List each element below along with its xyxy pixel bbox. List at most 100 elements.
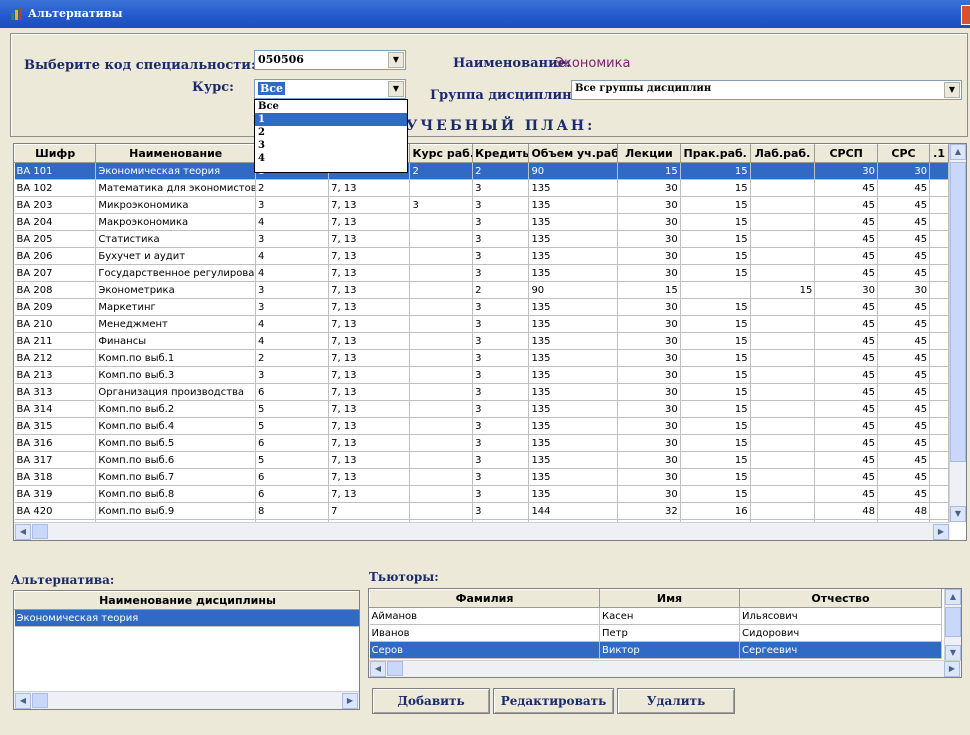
- table-cell[interactable]: 3: [472, 179, 530, 197]
- table-cell[interactable]: Комп.по выб.2: [95, 400, 257, 418]
- table-cell[interactable]: 135: [528, 468, 619, 486]
- table-cell[interactable]: BA 212: [14, 349, 97, 367]
- table-cell[interactable]: 45: [814, 247, 878, 265]
- table-cell[interactable]: 2: [255, 349, 330, 367]
- table-cell[interactable]: 30: [617, 383, 681, 401]
- table-cell[interactable]: 45: [877, 434, 931, 452]
- table-cell[interactable]: 135: [528, 417, 619, 435]
- chevron-down-icon[interactable]: ▼: [388, 81, 404, 97]
- table-cell[interactable]: BA 318: [14, 468, 97, 486]
- table-cell[interactable]: 7, 13: [328, 213, 411, 231]
- column-header[interactable]: Кредиты: [472, 144, 530, 163]
- table-cell[interactable]: 15: [680, 298, 751, 316]
- table-cell[interactable]: 15: [680, 349, 751, 367]
- table-cell[interactable]: BA 101: [14, 162, 97, 180]
- table-cell[interactable]: [409, 247, 474, 265]
- table-cell[interactable]: 90: [528, 281, 619, 299]
- table-cell[interactable]: 2: [472, 162, 530, 180]
- table-row[interactable]: BA 313 Организация производства 6 7, 13 3 135…: [14, 383, 949, 401]
- table-row[interactable]: BA 212 Комп.по выб.1 2 7, 13 3 135 30 15 45 45: [14, 349, 949, 367]
- table-cell[interactable]: Сидорович: [739, 624, 942, 642]
- table-row[interactable]: Иванов Петр Сидорович: [369, 624, 942, 642]
- table-cell[interactable]: 3: [472, 298, 530, 316]
- table-cell[interactable]: 30: [617, 332, 681, 350]
- horizontal-scrollbar[interactable]: ◀ ▶: [369, 660, 961, 677]
- scroll-up-icon[interactable]: ▲: [945, 589, 961, 605]
- edit-button[interactable]: Редактировать: [493, 688, 614, 714]
- table-cell[interactable]: 30: [877, 281, 931, 299]
- table-cell[interactable]: BA 213: [14, 366, 97, 384]
- table-cell[interactable]: Математика для экономистов: [95, 179, 257, 197]
- table-cell[interactable]: 45: [877, 230, 931, 248]
- table-cell[interactable]: [750, 264, 816, 282]
- table-cell[interactable]: Организация производства: [95, 383, 257, 401]
- table-cell[interactable]: 2: [409, 162, 474, 180]
- table-cell[interactable]: 15: [680, 434, 751, 452]
- table-cell[interactable]: 7, 13: [328, 315, 411, 333]
- table-cell[interactable]: Комп.по выб.6: [95, 451, 257, 469]
- scroll-left-icon[interactable]: ◀: [370, 661, 386, 677]
- course-option[interactable]: Все: [255, 100, 407, 113]
- table-cell[interactable]: Менеджмент: [95, 315, 257, 333]
- table-cell[interactable]: 30: [814, 281, 878, 299]
- column-header[interactable]: Лаб.раб.: [749, 144, 816, 163]
- table-cell[interactable]: 45: [877, 366, 931, 384]
- table-cell[interactable]: 30: [617, 417, 681, 435]
- table-cell[interactable]: 30: [617, 468, 681, 486]
- table-cell[interactable]: 15: [680, 366, 751, 384]
- table-cell[interactable]: 3: [409, 196, 474, 214]
- table-cell[interactable]: BA 316: [14, 434, 97, 452]
- table-cell[interactable]: BA 319: [14, 485, 97, 503]
- column-header[interactable]: Имя: [599, 589, 740, 608]
- table-cell[interactable]: BA 206: [14, 247, 97, 265]
- scroll-right-icon[interactable]: ▶: [933, 524, 949, 540]
- column-header[interactable]: Курс раб.: [409, 144, 474, 163]
- table-cell[interactable]: 30: [617, 213, 681, 231]
- close-button[interactable]: [961, 5, 970, 25]
- table-cell[interactable]: 135: [528, 298, 619, 316]
- table-row[interactable]: BA 213 Комп.по выб.3 3 7, 13 3 135 30 15 45 45: [14, 366, 949, 384]
- table-cell[interactable]: 7, 13: [328, 349, 411, 367]
- table-cell[interactable]: [409, 230, 474, 248]
- table-cell[interactable]: [750, 383, 816, 401]
- table-cell[interactable]: 7, 13: [328, 179, 411, 197]
- chevron-down-icon[interactable]: ▼: [944, 82, 960, 98]
- course-option[interactable]: 1: [255, 113, 407, 126]
- table-cell[interactable]: [750, 315, 816, 333]
- scroll-right-icon[interactable]: ▶: [342, 693, 358, 709]
- table-cell[interactable]: 45: [814, 332, 878, 350]
- table-cell[interactable]: [409, 315, 474, 333]
- column-header[interactable]: СРС: [876, 144, 931, 163]
- table-cell[interactable]: 15: [680, 213, 751, 231]
- table-cell[interactable]: 30: [617, 434, 681, 452]
- course-option[interactable]: 2: [255, 126, 407, 139]
- table-cell[interactable]: Айманов: [369, 607, 600, 625]
- curriculum-grid[interactable]: Шифр Наименование Курс раб. Кредиты Объем уч…: [13, 143, 967, 541]
- table-cell[interactable]: 15: [680, 264, 751, 282]
- delete-button[interactable]: Удалить: [617, 688, 735, 714]
- table-cell[interactable]: 45: [877, 179, 931, 197]
- table-cell[interactable]: [409, 213, 474, 231]
- course-dropdown-list[interactable]: Все 1 2 3 4: [254, 99, 408, 173]
- table-cell[interactable]: Макроэкономика: [95, 213, 257, 231]
- table-cell[interactable]: [750, 332, 816, 350]
- table-cell[interactable]: 30: [617, 349, 681, 367]
- table-cell[interactable]: 7, 13: [328, 468, 411, 486]
- horizontal-scrollbar[interactable]: ◀ ▶: [14, 522, 950, 540]
- table-cell[interactable]: BA 207: [14, 264, 97, 282]
- table-cell[interactable]: [750, 400, 816, 418]
- table-cell[interactable]: 15: [680, 179, 751, 197]
- table-cell[interactable]: 45: [814, 349, 878, 367]
- table-cell[interactable]: 3: [472, 417, 530, 435]
- table-cell[interactable]: BA 203: [14, 196, 97, 214]
- table-cell[interactable]: [409, 400, 474, 418]
- table-cell[interactable]: 15: [680, 417, 751, 435]
- table-cell[interactable]: Серов: [369, 641, 600, 659]
- table-cell[interactable]: 135: [528, 179, 619, 197]
- table-row[interactable]: BA 211 Финансы 4 7, 13 3 135 30 15 45 45: [14, 332, 949, 350]
- table-row[interactable]: Серов Виктор Сергеевич: [369, 641, 942, 659]
- table-cell[interactable]: BA 420: [14, 502, 97, 520]
- table-cell[interactable]: 15: [680, 400, 751, 418]
- table-row[interactable]: BA 205 Статистика 3 7, 13 3 135 30 15 45 45: [14, 230, 949, 248]
- table-cell[interactable]: BA 314: [14, 400, 97, 418]
